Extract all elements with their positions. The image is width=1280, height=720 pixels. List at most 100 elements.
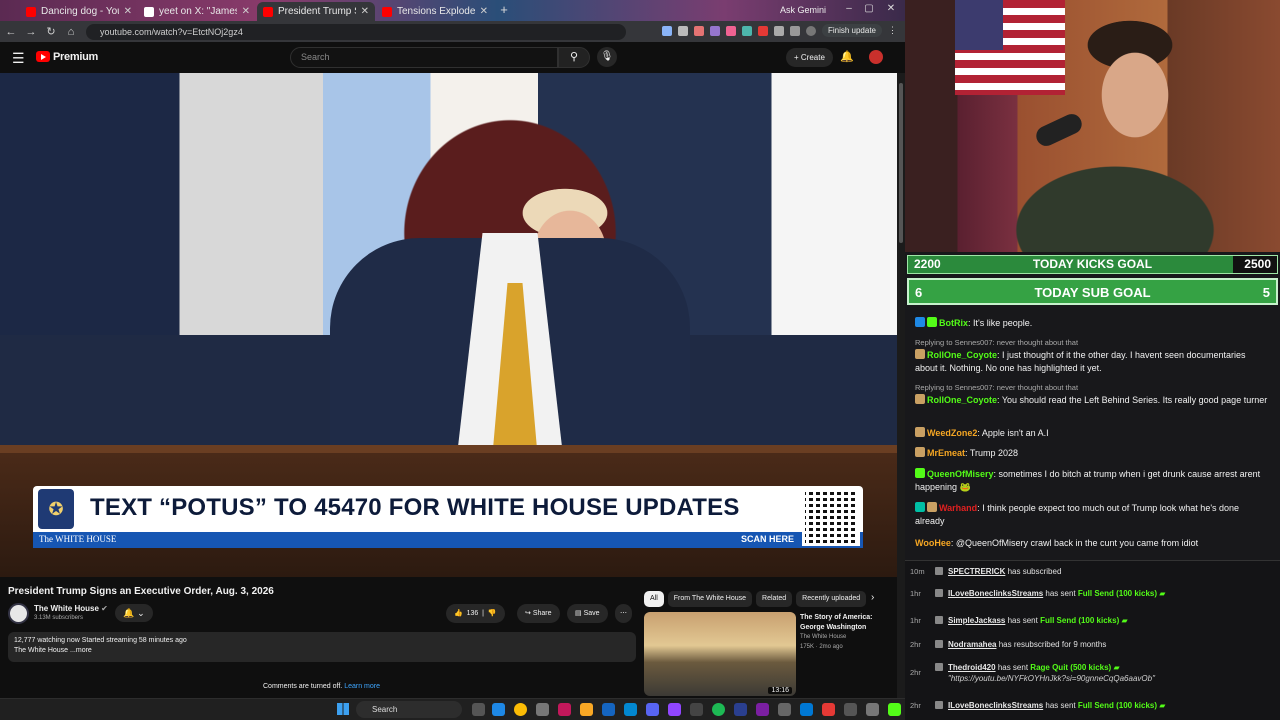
- chat-username[interactable]: WooHee: [915, 538, 951, 548]
- taskbar-search[interactable]: Search: [356, 701, 462, 718]
- chat-username[interactable]: Warhand: [939, 503, 977, 513]
- chrome-icon[interactable]: [514, 703, 527, 716]
- channel-name[interactable]: The White House: [34, 604, 99, 613]
- close-tab-icon[interactable]: ✕: [361, 6, 369, 17]
- chat-username[interactable]: BotRix: [939, 318, 968, 328]
- chip-from-channel[interactable]: From The White House: [667, 591, 753, 607]
- notifications-bell-icon[interactable]: 🔔: [840, 50, 854, 63]
- like-button[interactable]: 👍 136 | 👎: [446, 604, 505, 623]
- chat-username[interactable]: QueenOfMisery: [927, 469, 994, 479]
- tab-trump-video[interactable]: President Trump Signs an E ✕: [257, 2, 375, 21]
- reload-icon[interactable]: ↻: [42, 25, 60, 38]
- create-button[interactable]: + Create: [786, 48, 833, 67]
- extension-icon[interactable]: [693, 25, 704, 36]
- close-tab-icon[interactable]: ✕: [124, 6, 132, 17]
- event-username[interactable]: Nodramahea: [948, 640, 996, 649]
- extension-icon[interactable]: [757, 25, 768, 36]
- event-username[interactable]: SPECTRERICK: [948, 567, 1005, 576]
- thumbs-down-icon[interactable]: 👎: [488, 610, 497, 617]
- new-tab-icon[interactable]: +: [497, 3, 511, 17]
- app-icon[interactable]: [536, 703, 549, 716]
- home-icon[interactable]: ⌂: [62, 26, 80, 38]
- discord-icon[interactable]: [646, 703, 659, 716]
- event-username[interactable]: ILoveBoneclinksStreams: [948, 589, 1043, 598]
- app-icon[interactable]: [800, 703, 813, 716]
- cast-icon[interactable]: [661, 25, 672, 36]
- file-explorer-icon[interactable]: [580, 703, 593, 716]
- kick-icon[interactable]: [888, 703, 901, 716]
- microphone-icon[interactable]: 🎙: [597, 47, 617, 67]
- search-icon[interactable]: ⚲: [558, 47, 590, 68]
- app-icon[interactable]: [690, 703, 703, 716]
- close-window-icon[interactable]: ✕: [884, 3, 898, 17]
- windows-taskbar: Search: [0, 698, 905, 720]
- chip-recently-uploaded[interactable]: Recently uploaded: [796, 591, 867, 607]
- finish-update-button[interactable]: Finish update: [821, 24, 882, 37]
- app-icon[interactable]: [822, 703, 835, 716]
- app-icon[interactable]: [602, 703, 615, 716]
- minimize-icon[interactable]: –: [842, 3, 856, 17]
- more-actions-icon[interactable]: ⋯: [615, 604, 632, 623]
- chat-username[interactable]: WeedZone2: [927, 428, 977, 438]
- related-video-channel[interactable]: The White House: [800, 634, 846, 640]
- related-video-thumbnail[interactable]: 13:16: [644, 612, 796, 696]
- youtube-logo-icon[interactable]: [36, 51, 50, 62]
- event-message-link[interactable]: "https://youtu.be/NYFkOYHnJkk?si=90gnneC…: [948, 674, 1155, 683]
- chevron-right-icon[interactable]: ›: [871, 592, 874, 603]
- event-username[interactable]: SimpleJackass: [948, 616, 1005, 625]
- ask-gemini-button[interactable]: Ask Gemini: [780, 5, 826, 15]
- youtube-premium-label[interactable]: Premium: [53, 51, 98, 63]
- chat-username[interactable]: MrEmeat: [927, 448, 965, 458]
- app-icon[interactable]: [844, 703, 857, 716]
- tab-x-post[interactable]: yeet on X: "James Carville ann ✕: [138, 2, 256, 21]
- url-field[interactable]: youtube.com/watch?v=EtctNOj2gz4: [86, 23, 626, 40]
- event-username[interactable]: Thedroid420: [948, 663, 996, 672]
- extension-icon[interactable]: [741, 25, 752, 36]
- related-video-title[interactable]: The Story of America: George Washington: [800, 613, 890, 633]
- search-input[interactable]: Search: [290, 47, 558, 68]
- puzzle-icon[interactable]: [773, 25, 784, 36]
- description-box[interactable]: 12,777 watching now Started streaming 58…: [8, 632, 636, 662]
- steam-icon[interactable]: [624, 703, 637, 716]
- close-tab-icon[interactable]: ✕: [242, 6, 250, 17]
- spotify-icon[interactable]: [712, 703, 725, 716]
- extension-icon[interactable]: [709, 25, 720, 36]
- kicks-event-icon: [935, 616, 943, 624]
- hamburger-menu-icon[interactable]: ☰: [12, 50, 25, 67]
- app-icon[interactable]: [866, 703, 879, 716]
- back-icon[interactable]: ←: [2, 26, 20, 38]
- share-button[interactable]: ↪ Share: [517, 604, 560, 623]
- download-icon[interactable]: [789, 25, 800, 36]
- maximize-icon[interactable]: ▢: [862, 3, 876, 17]
- avatar[interactable]: [869, 50, 883, 64]
- windows-start-icon[interactable]: [337, 703, 349, 715]
- app-icon[interactable]: [778, 703, 791, 716]
- profile-icon[interactable]: [805, 25, 816, 36]
- learn-more-link[interactable]: Learn more: [344, 683, 380, 690]
- forward-icon[interactable]: →: [22, 26, 40, 38]
- task-view-icon[interactable]: [472, 703, 485, 716]
- video-player[interactable]: ✪ TEXT “POTUS” TO 45470 FOR WHITE HOUSE …: [0, 73, 897, 577]
- tab-dancing-dog[interactable]: Dancing dog - YouTube ✕: [20, 2, 138, 21]
- obs-icon[interactable]: [558, 703, 571, 716]
- premiere-icon[interactable]: [756, 703, 769, 716]
- event-username[interactable]: ILoveBoneclinksStreams: [948, 701, 1043, 710]
- app-icon[interactable]: [734, 703, 747, 716]
- tab-tensions[interactable]: Tensions Explode as Locals Cla ✕: [376, 2, 494, 21]
- page-scrollbar[interactable]: [897, 73, 905, 698]
- chat-username[interactable]: RollOne_Coyote: [927, 350, 997, 360]
- app-icon[interactable]: [668, 703, 681, 716]
- bookmark-star-icon[interactable]: [677, 25, 688, 36]
- channel-avatar[interactable]: [8, 603, 29, 624]
- subscription-bell-button[interactable]: 🔔 ⌄: [115, 604, 153, 622]
- chip-related[interactable]: Related: [756, 591, 793, 607]
- pepe-emote-icon: 🐸: [959, 482, 971, 492]
- save-button[interactable]: ▤ Save: [567, 604, 608, 623]
- close-tab-icon[interactable]: ✕: [480, 6, 488, 17]
- extension-icon[interactable]: [725, 25, 736, 36]
- edge-icon[interactable]: [492, 703, 505, 716]
- chat-username[interactable]: RollOne_Coyote: [927, 395, 997, 405]
- channel-name-row[interactable]: The White House ✔: [34, 604, 108, 613]
- chip-all[interactable]: All: [644, 591, 664, 607]
- kebab-menu-icon[interactable]: ⋮: [888, 25, 897, 36]
